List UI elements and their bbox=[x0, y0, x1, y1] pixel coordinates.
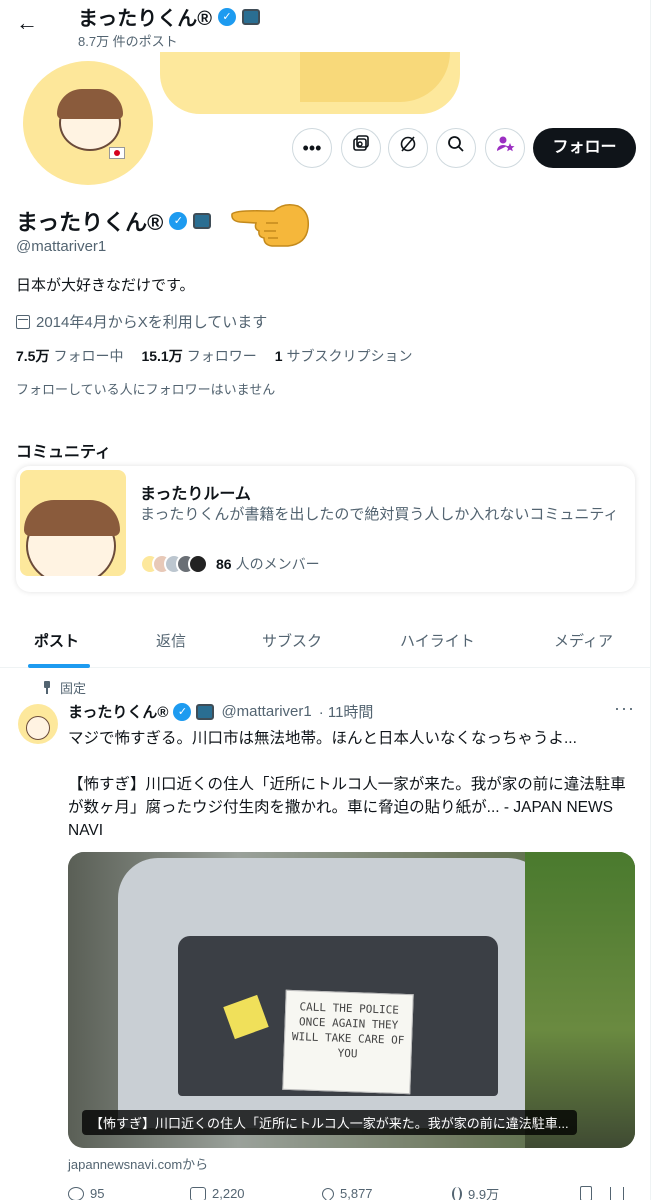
profile-name-text: まったりくん® bbox=[16, 210, 164, 235]
pinned-label: 固定 bbox=[60, 681, 87, 696]
verified-badge-icon: ✓ bbox=[173, 702, 192, 721]
profile-avatar[interactable] bbox=[20, 58, 156, 188]
community-members: 86 人のメンバー bbox=[140, 554, 320, 574]
member-count: 86 bbox=[216, 556, 232, 572]
bookmark-button[interactable] bbox=[580, 1184, 610, 1200]
post-count: 8.7万 件のポスト bbox=[78, 34, 178, 49]
following-label: フォロー中 bbox=[53, 348, 124, 364]
scroll-gutter bbox=[650, 0, 657, 1200]
post-author-name[interactable]: まったりくん® bbox=[68, 701, 168, 722]
followers-label: フォロワー bbox=[186, 348, 257, 364]
affiliation-badge-icon[interactable] bbox=[193, 213, 212, 229]
post-more-icon[interactable]: ··· bbox=[614, 698, 635, 719]
joined-text: 2014年4月からXを利用しています bbox=[36, 314, 268, 331]
profile-page: ← まったりくん® ✓ 8.7万 件のポスト ••• フォロー まったりくん® … bbox=[0, 0, 650, 1200]
profile-tabs: ポスト 返信 サブスク ハイライト メディア bbox=[0, 616, 650, 668]
repost-icon bbox=[190, 1186, 206, 1200]
community-card[interactable]: まったりルーム まったりくんが書籍を出したので絶対買う人しか入れないコミュニティ… bbox=[16, 466, 635, 592]
calendar-icon bbox=[16, 314, 30, 329]
verified-badge-icon: ✓ bbox=[217, 7, 236, 26]
search-button[interactable] bbox=[436, 128, 476, 168]
community-name: まったりルーム bbox=[140, 486, 251, 503]
like-button[interactable]: 5,877 bbox=[319, 1184, 452, 1200]
subscriptions-link[interactable]: 1 サブスクリプション bbox=[275, 346, 413, 366]
post-action-bar: 95 2,220 5,877 9.9万 bbox=[68, 1184, 634, 1200]
subscriptions-count: 1 bbox=[274, 348, 283, 364]
active-tab-indicator bbox=[28, 664, 90, 668]
tab-subscriptions[interactable]: サブスク bbox=[262, 630, 322, 651]
followers-link[interactable]: 15.1万 フォロワー bbox=[141, 346, 256, 366]
grok-summary-button[interactable] bbox=[341, 128, 381, 168]
reply-button[interactable]: 95 bbox=[68, 1184, 190, 1200]
post-author-handle[interactable]: @mattariver1 bbox=[221, 703, 311, 720]
tab-media[interactable]: メディア bbox=[554, 630, 613, 651]
summary-icon bbox=[353, 135, 369, 151]
member-label: 人のメンバー bbox=[235, 556, 320, 572]
post-link-text[interactable]: 【怖すぎ】川口近くの住人「近所にトルコ人一家が来た。我が家の前に違法駐車が数ヶ月… bbox=[68, 773, 634, 842]
tab-replies[interactable]: 返信 bbox=[156, 630, 186, 651]
community-thumbnail bbox=[20, 470, 126, 576]
media-plants bbox=[525, 852, 635, 1148]
share-icon bbox=[610, 1186, 624, 1200]
post-header: まったりくん® ✓ @mattariver1 · 11時間 bbox=[68, 701, 373, 722]
views-icon bbox=[452, 1186, 462, 1200]
media-caption: 【怖すぎ】川口近くの住人「近所にトルコ人一家が来た。我が家の前に違法駐車... bbox=[82, 1110, 577, 1135]
post-media-card[interactable]: CALL THE POLICE ONCE AGAIN THEY WILL TAK… bbox=[68, 852, 635, 1148]
reply-icon bbox=[68, 1186, 84, 1200]
followed-by-text: フォローしている人にフォロワーはいません bbox=[16, 382, 276, 397]
header-name: まったりくん® ✓ bbox=[78, 2, 260, 31]
followers-count: 15.1万 bbox=[141, 348, 183, 364]
pinned-indicator: 固定 bbox=[42, 678, 86, 697]
more-button[interactable]: ••• bbox=[292, 128, 332, 168]
thumbnail-hair bbox=[24, 500, 120, 536]
views-button[interactable]: 9.9万 bbox=[452, 1184, 580, 1200]
verified-badge-icon[interactable]: ✓ bbox=[169, 212, 188, 230]
pin-icon bbox=[42, 681, 52, 694]
link-source[interactable]: japannewsnavi.comから bbox=[68, 1154, 208, 1173]
view-count: 9.9万 bbox=[468, 1187, 500, 1200]
post-text: マジで怖すぎる。川口市は無法地帯。ほんと日本人いなくなっちゃうよ... bbox=[68, 730, 577, 747]
share-button[interactable] bbox=[610, 1184, 634, 1200]
like-count: 5,877 bbox=[340, 1186, 373, 1200]
follow-button[interactable]: フォロー bbox=[533, 128, 636, 168]
bookmark-icon bbox=[580, 1186, 592, 1200]
japan-flag-icon bbox=[109, 147, 125, 159]
subscribe-button[interactable] bbox=[485, 128, 525, 168]
search-icon bbox=[448, 136, 464, 152]
affiliation-badge-icon bbox=[241, 8, 260, 25]
media-sign: CALL THE POLICE ONCE AGAIN THEY WILL TAK… bbox=[282, 989, 414, 1095]
pointing-hand-emoji bbox=[231, 204, 310, 247]
post-avatar-face bbox=[26, 716, 50, 740]
subscriptions-label: サブスクリプション bbox=[286, 348, 413, 364]
profile-handle: @mattariver1 bbox=[16, 238, 107, 255]
tab-posts[interactable]: ポスト bbox=[34, 630, 79, 651]
subscribe-star-icon bbox=[497, 136, 515, 152]
community-section-title: コミュニティ bbox=[16, 444, 112, 461]
affiliation-badge-icon bbox=[196, 703, 215, 720]
grok-icon bbox=[400, 136, 416, 152]
member-avatar bbox=[188, 554, 208, 574]
repost-button[interactable]: 2,220 bbox=[190, 1184, 322, 1200]
avatar-hair bbox=[57, 89, 123, 119]
post-time[interactable]: · 11時間 bbox=[319, 701, 374, 722]
following-link[interactable]: 7.5万 フォロー中 bbox=[16, 346, 123, 366]
post-author-avatar[interactable] bbox=[18, 704, 58, 744]
repost-count: 2,220 bbox=[212, 1186, 245, 1200]
heart-icon bbox=[319, 1185, 337, 1200]
following-count: 7.5万 bbox=[16, 348, 50, 364]
grok-button[interactable] bbox=[388, 128, 428, 168]
profile-stats: 7.5万 フォロー中 15.1万 フォロワー 1 サブスクリプション bbox=[16, 346, 413, 366]
reply-count: 95 bbox=[90, 1186, 105, 1200]
joined-date: 2014年4月からXを利用しています bbox=[16, 311, 267, 332]
tab-highlights[interactable]: ハイライト bbox=[400, 630, 475, 651]
top-bar: ← まったりくん® ✓ 8.7万 件のポスト bbox=[0, 0, 650, 52]
header-name-text: まったりくん® bbox=[78, 8, 212, 30]
community-description: まったりくんが書籍を出したので絶対買う人しか入れないコミュニティ bbox=[140, 506, 619, 523]
arrow-left-icon[interactable]: ← bbox=[14, 10, 40, 36]
profile-name: まったりくん® ✓ bbox=[16, 205, 212, 237]
profile-bio: 日本が大好きなだけです。 bbox=[16, 277, 195, 294]
